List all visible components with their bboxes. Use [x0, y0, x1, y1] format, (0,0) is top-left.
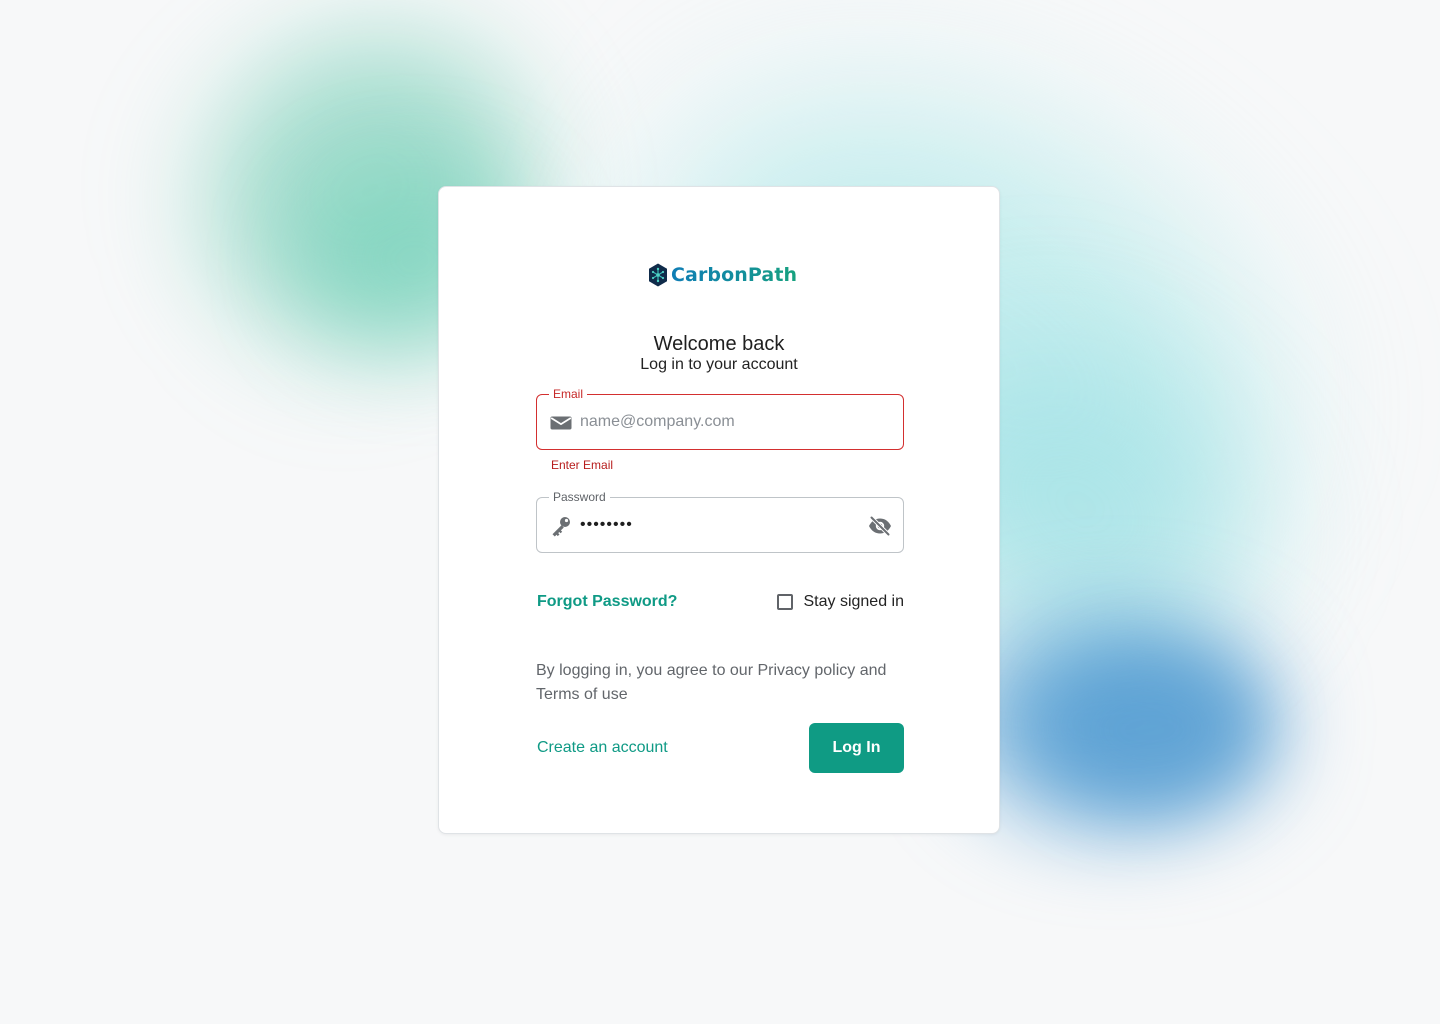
- brand-logo: CarbonPath: [647, 261, 797, 289]
- password-field: Password: [536, 489, 904, 553]
- brand-name: CarbonPath: [671, 261, 797, 289]
- email-field-label: Email: [549, 386, 588, 402]
- stay-signed-in-option[interactable]: Stay signed in: [777, 591, 904, 613]
- forgot-password-link[interactable]: Forgot Password?: [537, 591, 677, 613]
- password-field-label: Password: [549, 489, 610, 505]
- hexagon-network-logo-icon: [649, 263, 667, 287]
- email-input[interactable]: [580, 405, 850, 439]
- page-title: Welcome back: [653, 333, 785, 356]
- visibility-off-icon: [869, 516, 891, 536]
- email-field: Email: [536, 386, 904, 450]
- email-error-message: Enter Email: [551, 458, 614, 472]
- stay-signed-in-label: Stay signed in: [803, 593, 904, 610]
- terms-notice: By logging in, you agree to our Privacy …: [536, 662, 887, 703]
- background-blob-blue-secondary: [1040, 650, 1260, 810]
- toggle-password-visibility-button[interactable]: [867, 513, 893, 539]
- stay-signed-in-checkbox[interactable]: [777, 594, 794, 610]
- key-icon: [549, 514, 573, 538]
- mail-icon: [549, 411, 573, 435]
- page-subtitle: Log in to your account: [640, 356, 798, 373]
- password-input[interactable]: [580, 508, 850, 542]
- create-account-link[interactable]: Create an account: [537, 737, 668, 759]
- login-button[interactable]: Log In: [809, 723, 904, 773]
- login-card: CarbonPath Welcome back Log in to your a…: [438, 186, 1000, 834]
- login-options-row: Forgot Password? Stay signed in: [536, 591, 904, 615]
